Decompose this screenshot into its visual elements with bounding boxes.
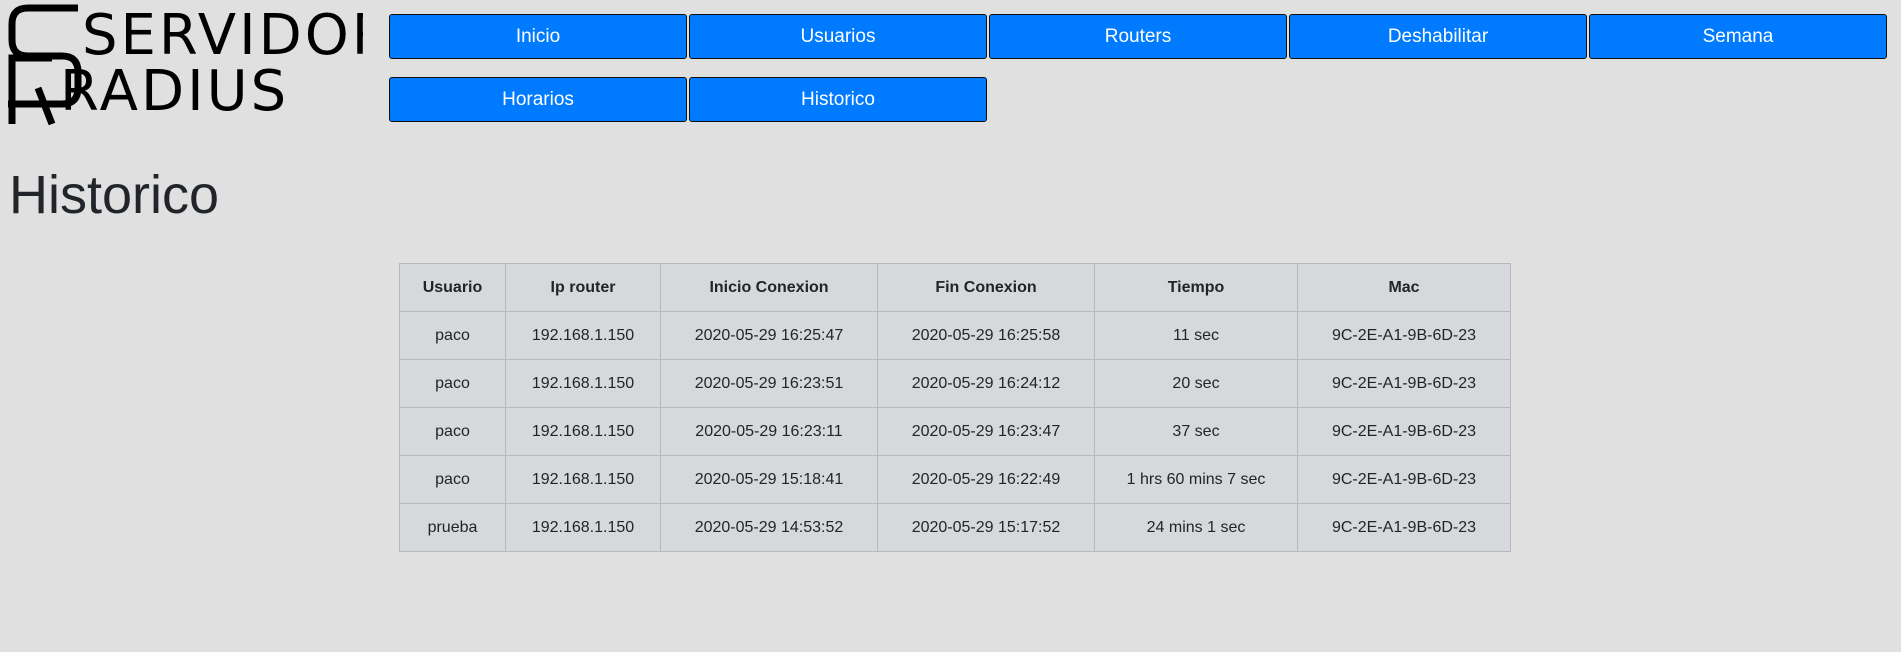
cell-tiempo: 37 sec: [1094, 407, 1298, 456]
logo: SERVIDOR RADIUS: [8, 0, 363, 125]
cell-usuario: prueba: [399, 503, 506, 552]
nav-button-usuarios[interactable]: Usuarios: [689, 14, 987, 59]
cell-inicio-conexion: 2020-05-29 15:18:41: [660, 455, 878, 504]
cell-tiempo: 1 hrs 60 mins 7 sec: [1094, 455, 1298, 504]
cell-tiempo: 24 mins 1 sec: [1094, 503, 1298, 552]
cell-usuario: paco: [399, 311, 506, 360]
table-header-row: Usuario Ip router Inicio Conexion Fin Co…: [399, 263, 1511, 312]
table-row: prueba 192.168.1.150 2020-05-29 14:53:52…: [399, 503, 1511, 552]
cell-mac: 9C-2E-A1-9B-6D-23: [1297, 311, 1511, 360]
cell-ip-router: 192.168.1.150: [505, 311, 661, 360]
table-header: Usuario Ip router Inicio Conexion Fin Co…: [399, 263, 1511, 312]
cell-fin-conexion: 2020-05-29 16:22:49: [877, 455, 1095, 504]
table-row: paco 192.168.1.150 2020-05-29 16:25:47 2…: [399, 311, 1511, 360]
table-row: paco 192.168.1.150 2020-05-29 16:23:11 2…: [399, 407, 1511, 456]
cell-mac: 9C-2E-A1-9B-6D-23: [1297, 359, 1511, 408]
cell-mac: 9C-2E-A1-9B-6D-23: [1297, 455, 1511, 504]
header-mac: Mac: [1297, 263, 1511, 312]
nav-button-horarios[interactable]: Horarios: [389, 77, 687, 122]
header-fin-conexion: Fin Conexion: [877, 263, 1095, 312]
header-ip-router: Ip router: [505, 263, 661, 312]
table-row: paco 192.168.1.150 2020-05-29 15:18:41 2…: [399, 455, 1511, 504]
cell-fin-conexion: 2020-05-29 16:23:47: [877, 407, 1095, 456]
cell-ip-router: 192.168.1.150: [505, 359, 661, 408]
cell-ip-router: 192.168.1.150: [505, 455, 661, 504]
cell-inicio-conexion: 2020-05-29 16:25:47: [660, 311, 878, 360]
header-inicio-conexion: Inicio Conexion: [660, 263, 878, 312]
cell-ip-router: 192.168.1.150: [505, 407, 661, 456]
cell-inicio-conexion: 2020-05-29 16:23:51: [660, 359, 878, 408]
cell-usuario: paco: [399, 455, 506, 504]
cell-mac: 9C-2E-A1-9B-6D-23: [1297, 407, 1511, 456]
table-body: paco 192.168.1.150 2020-05-29 16:25:47 2…: [399, 311, 1511, 552]
cell-inicio-conexion: 2020-05-29 14:53:52: [660, 503, 878, 552]
cell-usuario: paco: [399, 359, 506, 408]
history-table-wrapper: Usuario Ip router Inicio Conexion Fin Co…: [399, 263, 1511, 552]
cell-fin-conexion: 2020-05-29 16:25:58: [877, 311, 1095, 360]
header-tiempo: Tiempo: [1094, 263, 1298, 312]
cell-inicio-conexion: 2020-05-29 16:23:11: [660, 407, 878, 456]
cell-mac: 9C-2E-A1-9B-6D-23: [1297, 503, 1511, 552]
table-row: paco 192.168.1.150 2020-05-29 16:23:51 2…: [399, 359, 1511, 408]
header-usuario: Usuario: [399, 263, 506, 312]
cell-usuario: paco: [399, 407, 506, 456]
history-table: Usuario Ip router Inicio Conexion Fin Co…: [399, 263, 1511, 552]
nav-button-inicio[interactable]: Inicio: [389, 14, 687, 59]
cell-fin-conexion: 2020-05-29 16:24:12: [877, 359, 1095, 408]
nav-button-semana[interactable]: Semana: [1589, 14, 1887, 59]
cell-tiempo: 11 sec: [1094, 311, 1298, 360]
cell-ip-router: 192.168.1.150: [505, 503, 661, 552]
nav-button-deshabilitar[interactable]: Deshabilitar: [1289, 14, 1587, 59]
cell-tiempo: 20 sec: [1094, 359, 1298, 408]
cell-fin-conexion: 2020-05-29 15:17:52: [877, 503, 1095, 552]
nav-button-historico[interactable]: Historico: [689, 77, 987, 122]
page-title: Historico: [9, 165, 220, 225]
logo-line2: RADIUS: [60, 59, 289, 124]
nav-button-routers[interactable]: Routers: [989, 14, 1287, 59]
